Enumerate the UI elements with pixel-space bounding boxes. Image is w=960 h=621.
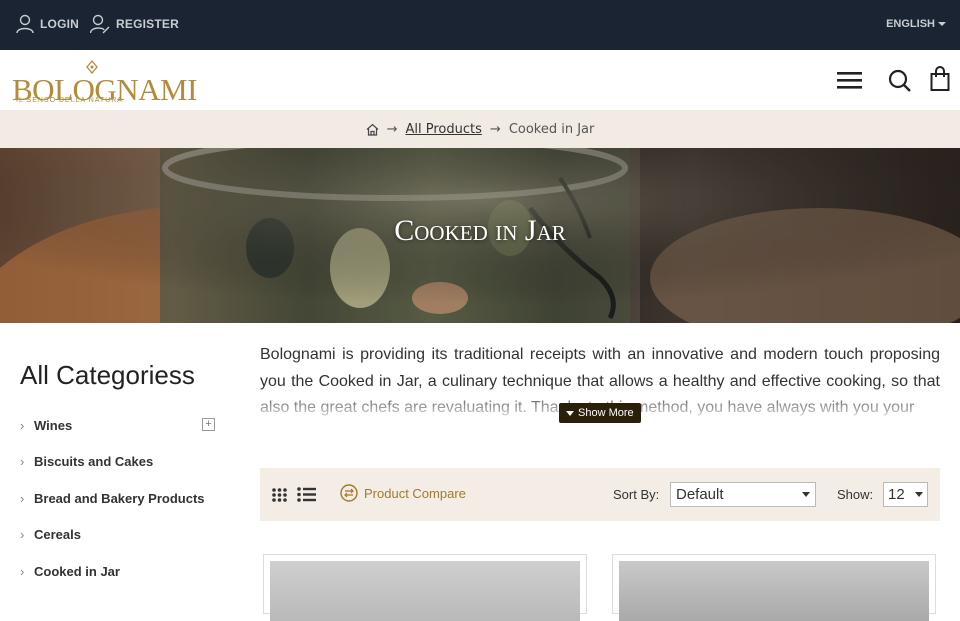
grid-view-icon[interactable] [272, 488, 287, 502]
product-card[interactable] [263, 554, 587, 621]
language-selector[interactable]: ENGLISH [886, 18, 946, 30]
sidebar-item-wines[interactable]: › Wines + [20, 418, 215, 433]
chevron-down-icon [915, 492, 923, 497]
hero-banner: Cooked in Jar [0, 148, 960, 323]
show-more-button[interactable]: Show More [559, 403, 641, 423]
breadcrumb-current: Cooked in Jar [508, 121, 595, 137]
user-add-icon [90, 14, 110, 34]
chevron-down-icon [938, 22, 946, 26]
user-icon [16, 14, 34, 34]
sort-value: Default [676, 486, 724, 503]
top-bar: LOGIN REGISTER ENGLISH [0, 0, 960, 50]
breadcrumb-separator: → [386, 121, 398, 137]
compare-icon [340, 484, 358, 502]
compare-label: Product Compare [364, 485, 466, 501]
language-label: ENGLISH [886, 18, 935, 30]
sidebar-item-label: Cooked in Jar [34, 564, 120, 579]
chevron-down-icon [802, 492, 810, 497]
home-icon[interactable] [366, 123, 379, 136]
breadcrumb: → All Products → Cooked in Jar [0, 110, 960, 148]
chevron-right-icon: › [20, 527, 25, 542]
sidebar-item-label: Biscuits and Cakes [34, 454, 154, 469]
sort-select[interactable]: Default [670, 482, 816, 507]
sidebar-item-bread[interactable]: › Bread and Bakery Products [20, 491, 215, 506]
sidebar: All Categoriess [20, 360, 220, 391]
breadcrumb-all-products-link[interactable]: All Products [406, 122, 482, 137]
sidebar-item-biscuits[interactable]: › Biscuits and Cakes [20, 454, 215, 469]
register-link[interactable]: REGISTER [90, 14, 179, 34]
sort-label: Sort By: [613, 487, 660, 502]
sidebar-item-cooked-in-jar[interactable]: › Cooked in Jar [20, 564, 215, 579]
header: BOLOGNAMI IL SENSO DELLA NATURA [0, 50, 960, 110]
expand-icon[interactable]: + [202, 418, 215, 431]
login-link[interactable]: LOGIN [16, 14, 79, 34]
sidebar-item-cereals[interactable]: › Cereals [20, 527, 215, 542]
sidebar-item-label: Wines [34, 418, 73, 433]
cart-icon[interactable] [930, 66, 950, 94]
show-count-value: 12 [888, 486, 905, 503]
register-label: REGISTER [116, 17, 179, 31]
login-label: LOGIN [40, 17, 79, 31]
chevron-right-icon: › [20, 564, 25, 579]
caret-down-icon [566, 410, 574, 416]
page-title: Cooked in Jar [394, 214, 566, 247]
product-card[interactable] [612, 554, 936, 621]
search-icon[interactable] [888, 66, 912, 94]
chevron-right-icon: › [20, 418, 25, 433]
menu-icon[interactable] [836, 66, 863, 94]
sidebar-item-label: Cereals [34, 527, 81, 542]
sidebar-item-label: Bread and Bakery Products [34, 491, 205, 506]
product-image[interactable] [619, 561, 929, 621]
logo-tagline: IL SENSO DELLA NATURA [16, 97, 123, 104]
sidebar-title: All Categoriess [20, 360, 195, 390]
list-view-icon[interactable] [297, 487, 316, 502]
product-toolbar: Product Compare Sort By: Default Show: 1… [260, 468, 940, 521]
product-image[interactable] [270, 561, 580, 621]
chevron-right-icon: › [20, 491, 25, 506]
product-compare-link[interactable]: Product Compare [340, 484, 466, 502]
show-more-label: Show More [578, 407, 634, 419]
chevron-right-icon: › [20, 454, 25, 469]
show-label: Show: [837, 487, 874, 502]
breadcrumb-separator: → [489, 121, 501, 137]
show-count-select[interactable]: 12 [883, 482, 928, 507]
logo[interactable]: BOLOGNAMI IL SENSO DELLA NATURA [12, 60, 197, 107]
